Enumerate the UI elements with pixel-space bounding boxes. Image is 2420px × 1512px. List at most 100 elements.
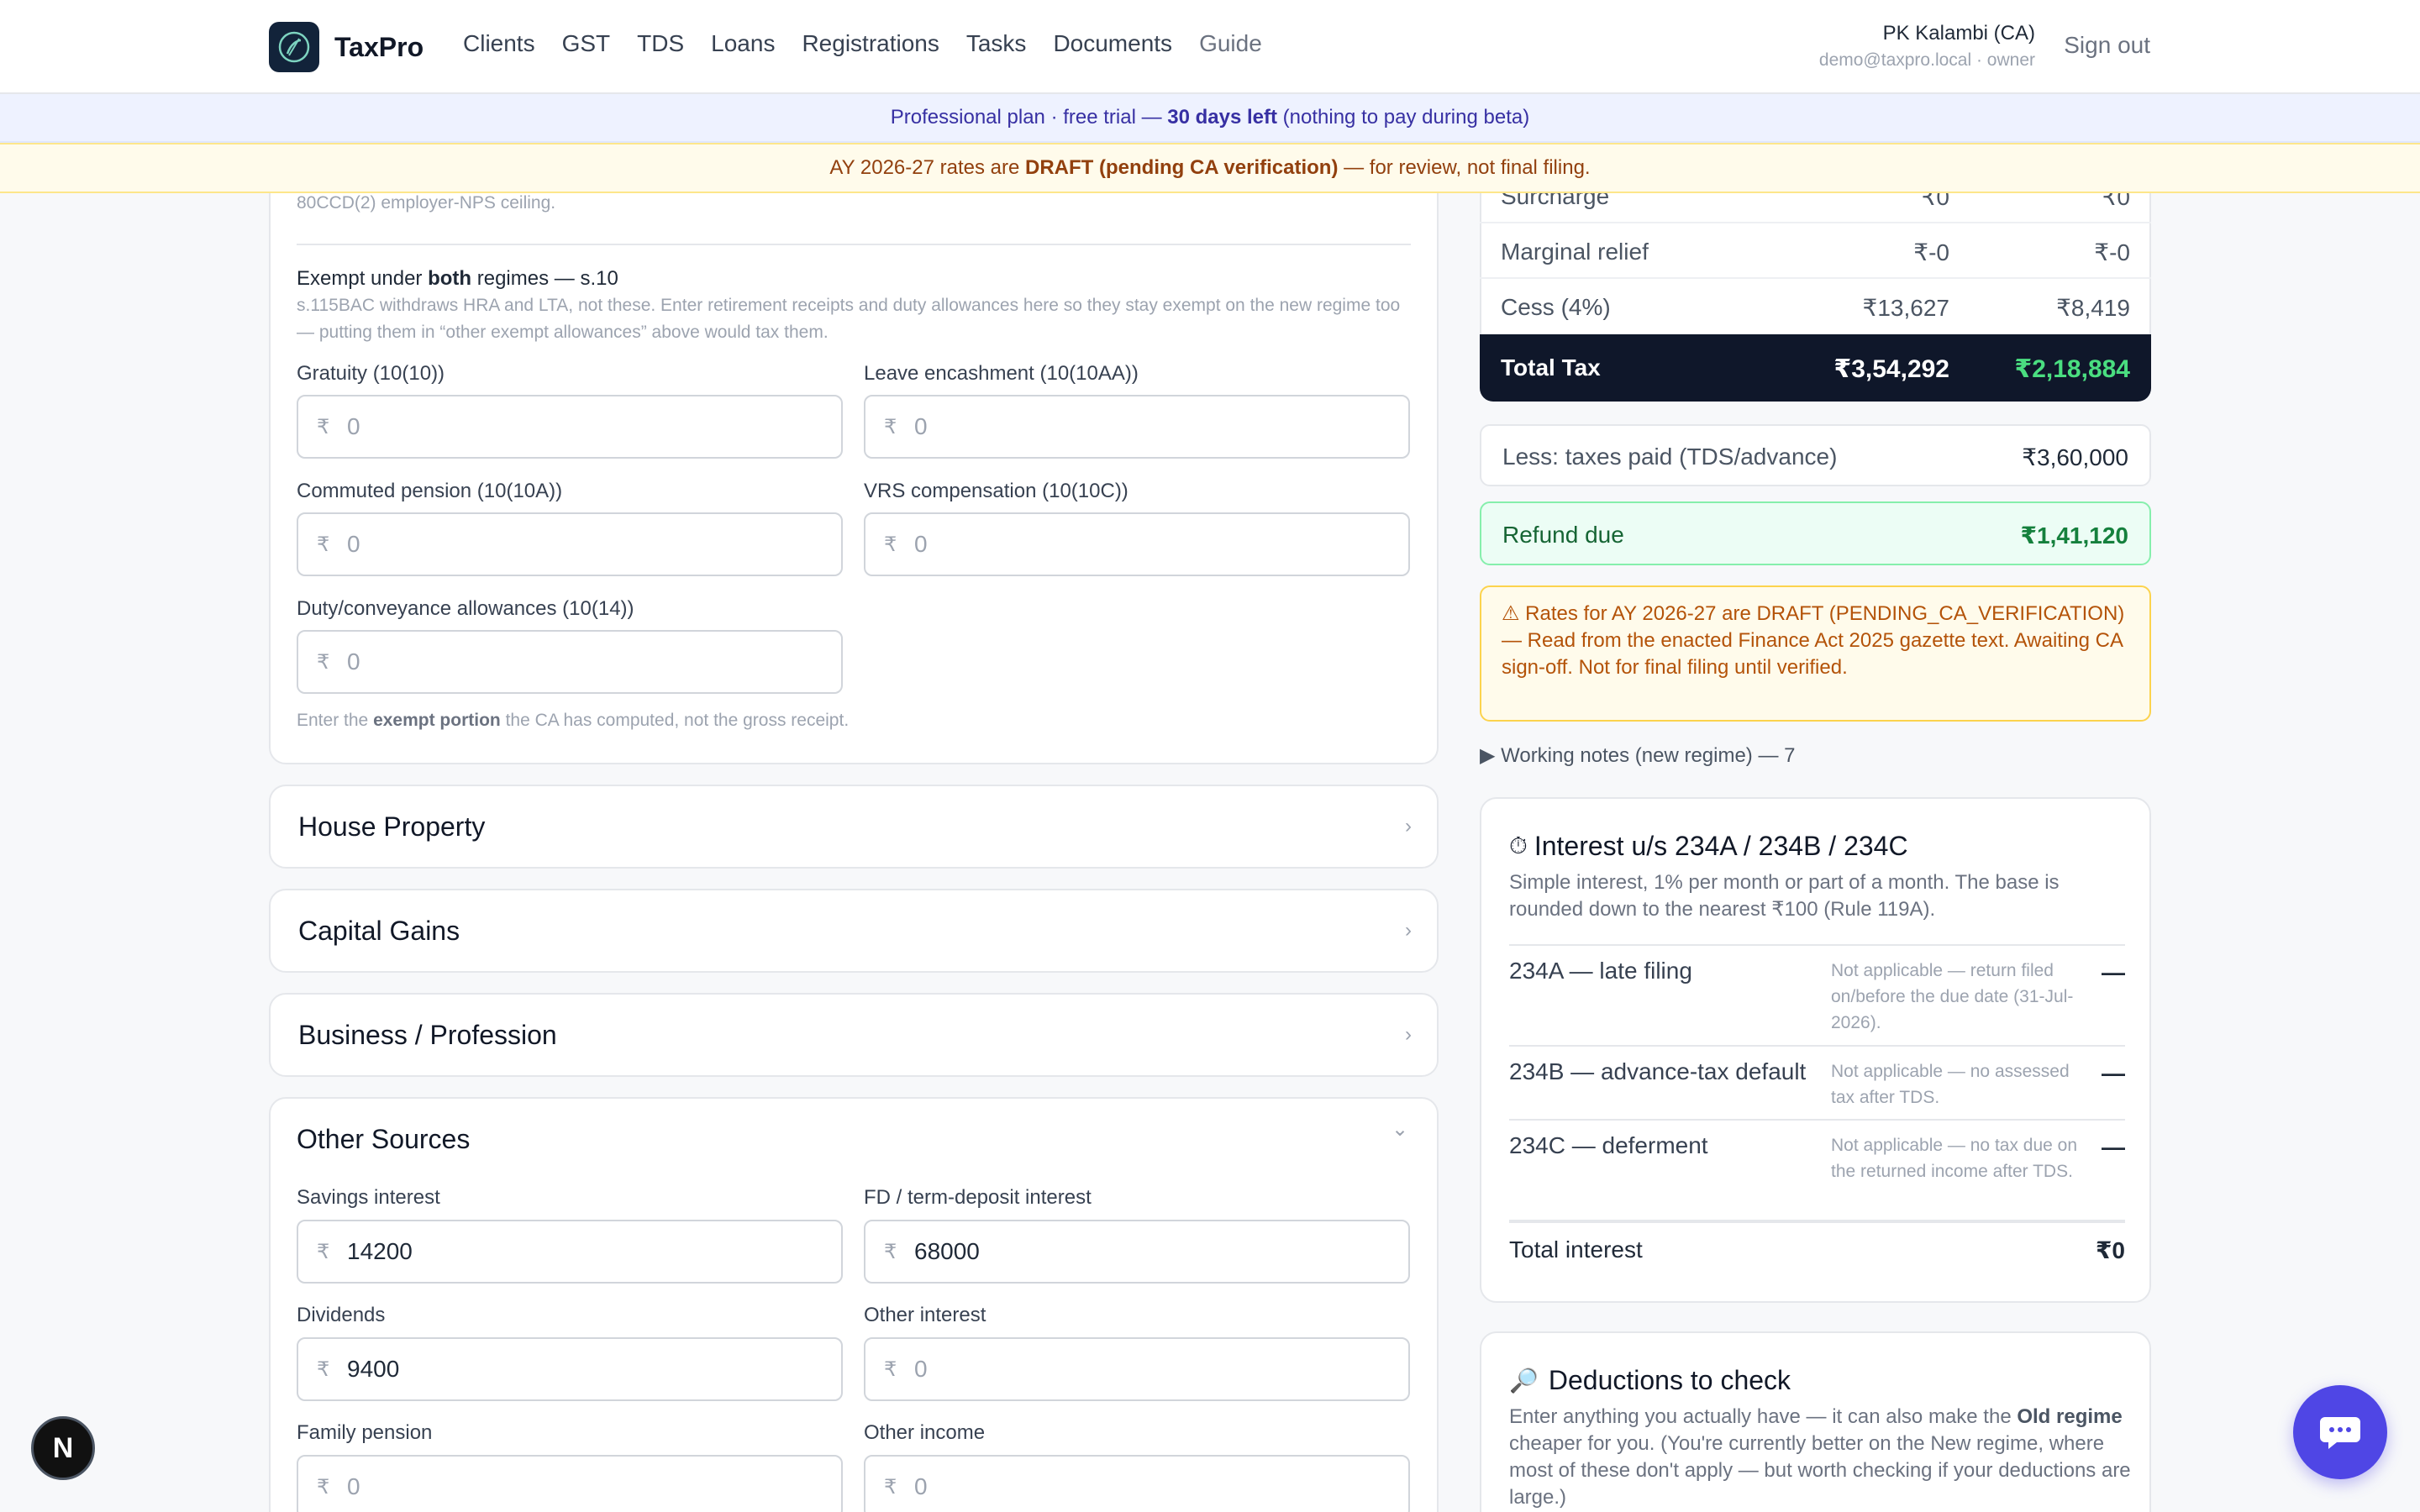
- rupee-icon: ₹: [317, 415, 330, 438]
- other-income-label: Other income: [864, 1421, 986, 1444]
- rupee-icon: ₹: [317, 650, 330, 674]
- new-regime-value: ₹-0: [2094, 239, 2130, 265]
- house-property-section[interactable]: House Property ›: [269, 785, 1439, 869]
- magnifier-icon: 🔎: [1509, 1368, 1539, 1394]
- commuted-pension-label: Commuted pension (10(10A)): [297, 480, 563, 502]
- nav-gst[interactable]: GST: [562, 30, 611, 57]
- row-name: Cess (4%): [1501, 294, 1611, 320]
- nav-tasks[interactable]: Tasks: [966, 30, 1027, 57]
- draft-text-post: — for review, not final filing.: [1344, 156, 1591, 179]
- section-title: Capital Gains: [298, 916, 460, 946]
- family-pension-field[interactable]: ₹: [297, 1455, 843, 1512]
- nps-ceiling-note: 80CCD(2) employer-NPS ceiling.: [297, 193, 556, 213]
- user-email-role: demo@taxpro.local · owner: [1818, 50, 2035, 70]
- dividends-input[interactable]: [347, 1356, 818, 1383]
- dev-badge-icon[interactable]: N: [31, 1416, 95, 1480]
- duty-allowance-label: Duty/conveyance allowances (10(14)): [297, 597, 634, 620]
- savings-interest-field[interactable]: ₹: [297, 1220, 843, 1284]
- brand-name: TaxPro: [334, 31, 424, 62]
- interest-title: ⏱ Interest u/s 234A / 234B / 234C: [1509, 831, 1908, 862]
- family-pension-input[interactable]: [347, 1473, 818, 1500]
- user-name: PK Kalambi (CA): [1882, 22, 2035, 45]
- taxes-paid-value: ₹3,60,000: [2022, 444, 2128, 470]
- business-profession-section[interactable]: Business / Profession ›: [269, 993, 1439, 1077]
- gratuity-input[interactable]: [347, 413, 818, 440]
- vrs-compensation-input[interactable]: [914, 531, 1385, 558]
- rupee-icon: ₹: [884, 533, 897, 556]
- working-notes-toggle[interactable]: ▶ Working notes (new regime) — 7: [1480, 743, 1795, 768]
- interest-234b-row: 234B — advance-tax default Not applicabl…: [1509, 1045, 2125, 1119]
- interest-description: Simple interest, 1% per month or part of…: [1509, 871, 2060, 921]
- stopwatch-icon: ⏱: [1509, 832, 1528, 858]
- row-detail: Not applicable — return filed on/before …: [1831, 961, 2074, 1032]
- exempt-footer-bold: exempt portion: [373, 711, 501, 730]
- leave-encashment-input[interactable]: [914, 413, 1385, 440]
- rupee-icon: ₹: [317, 533, 330, 556]
- chat-button[interactable]: [2293, 1385, 2387, 1479]
- commuted-pension-input[interactable]: [347, 531, 818, 558]
- dividends-field[interactable]: ₹: [297, 1337, 843, 1401]
- nav-loans[interactable]: Loans: [711, 30, 775, 57]
- interest-234a-row: 234A — late filing Not applicable — retu…: [1509, 944, 2125, 1045]
- other-sources-section: [269, 1097, 1439, 1512]
- user-info: PK Kalambi (CA) demo@taxpro.local · owne…: [1819, 22, 2035, 71]
- brand[interactable]: TaxPro: [269, 22, 424, 72]
- nav-documents[interactable]: Documents: [1053, 30, 1172, 57]
- gratuity-field[interactable]: ₹: [297, 395, 843, 459]
- plan-days-left: 30 days left: [1167, 106, 1277, 129]
- total-interest-value: ₹0: [2095, 1237, 2125, 1263]
- main-nav: Clients GST TDS Loans Registrations Task…: [463, 30, 1289, 57]
- rupee-icon: ₹: [884, 415, 897, 438]
- savings-interest-input[interactable]: [347, 1238, 818, 1265]
- nav-guide[interactable]: Guide: [1199, 30, 1262, 57]
- row-detail: Not applicable — no tax due on the retur…: [1831, 1136, 2078, 1181]
- nav-tds[interactable]: TDS: [637, 30, 684, 57]
- nav-registrations[interactable]: Registrations: [802, 30, 939, 57]
- total-interest-label: Total interest: [1509, 1236, 1643, 1263]
- other-interest-field[interactable]: ₹: [864, 1337, 1410, 1401]
- duty-allowance-field[interactable]: ₹: [297, 630, 843, 694]
- commuted-pension-field[interactable]: ₹: [297, 512, 843, 576]
- refund-due-value: ₹1,41,120: [2020, 522, 2128, 549]
- other-interest-input[interactable]: [914, 1356, 1385, 1383]
- chevron-down-icon[interactable]: ⌄: [1392, 1117, 1408, 1142]
- leave-encashment-field[interactable]: ₹: [864, 395, 1410, 459]
- other-income-field[interactable]: ₹: [864, 1455, 1410, 1512]
- row-detail: Not applicable — no assessed tax after T…: [1831, 1062, 2070, 1107]
- other-sources-title[interactable]: Other Sources: [297, 1124, 470, 1155]
- rupee-icon: ₹: [884, 1475, 897, 1499]
- row-name: Marginal relief: [1501, 239, 1649, 265]
- refund-due-row: Refund due ₹1,41,120: [1480, 501, 2151, 565]
- capital-gains-section[interactable]: Capital Gains ›: [269, 889, 1439, 973]
- deductions-card: 🔎 Deductions to check Enter anything you…: [1480, 1331, 2151, 1512]
- fd-interest-label: FD / term-deposit interest: [864, 1186, 1092, 1209]
- vrs-compensation-field[interactable]: ₹: [864, 512, 1410, 576]
- plan-banner: Professional plan · free trial — 30 days…: [0, 94, 2420, 143]
- other-income-input[interactable]: [914, 1473, 1385, 1500]
- deductions-title-text: Deductions to check: [1548, 1365, 1791, 1395]
- fd-interest-input[interactable]: [914, 1238, 1385, 1265]
- new-regime-value: ₹8,419: [2056, 295, 2130, 321]
- exempt-heading: Exempt under both regimes — s.10: [297, 267, 618, 291]
- exempt-heading-bold: both: [428, 267, 472, 290]
- taxpro-logo-icon: [269, 22, 319, 72]
- taxes-paid-row: Less: taxes paid (TDS/advance) ₹3,60,000: [1480, 424, 2151, 486]
- dividends-label: Dividends: [297, 1304, 386, 1326]
- chevron-right-icon: ›: [1405, 919, 1412, 942]
- nav-clients[interactable]: Clients: [463, 30, 535, 57]
- old-regime-value: ₹-0: [1913, 239, 1949, 265]
- leave-encashment-label: Leave encashment (10(10AA)): [864, 362, 1139, 385]
- row-name: 234B — advance-tax default: [1509, 1058, 1807, 1084]
- section-title: Business / Profession: [298, 1020, 557, 1050]
- fd-interest-field[interactable]: ₹: [864, 1220, 1410, 1284]
- sign-out-link[interactable]: Sign out: [2064, 32, 2150, 59]
- marginal-relief-row: Marginal relief ₹-0 ₹-0: [1480, 225, 2151, 279]
- duty-allowance-input[interactable]: [347, 648, 818, 675]
- plan-text-post: (nothing to pay during beta): [1282, 106, 1530, 129]
- rupee-icon: ₹: [317, 1475, 330, 1499]
- deductions-description: Enter anything you actually have — it ca…: [1509, 1404, 2131, 1511]
- exempt-footer-note: Enter the exempt portion the CA has comp…: [297, 707, 849, 734]
- savings-interest-label: Savings interest: [297, 1186, 440, 1209]
- row-value: —: [2102, 959, 2125, 985]
- draft-rates-warning: ⚠ Rates for AY 2026-27 are DRAFT (PENDIN…: [1480, 585, 2151, 722]
